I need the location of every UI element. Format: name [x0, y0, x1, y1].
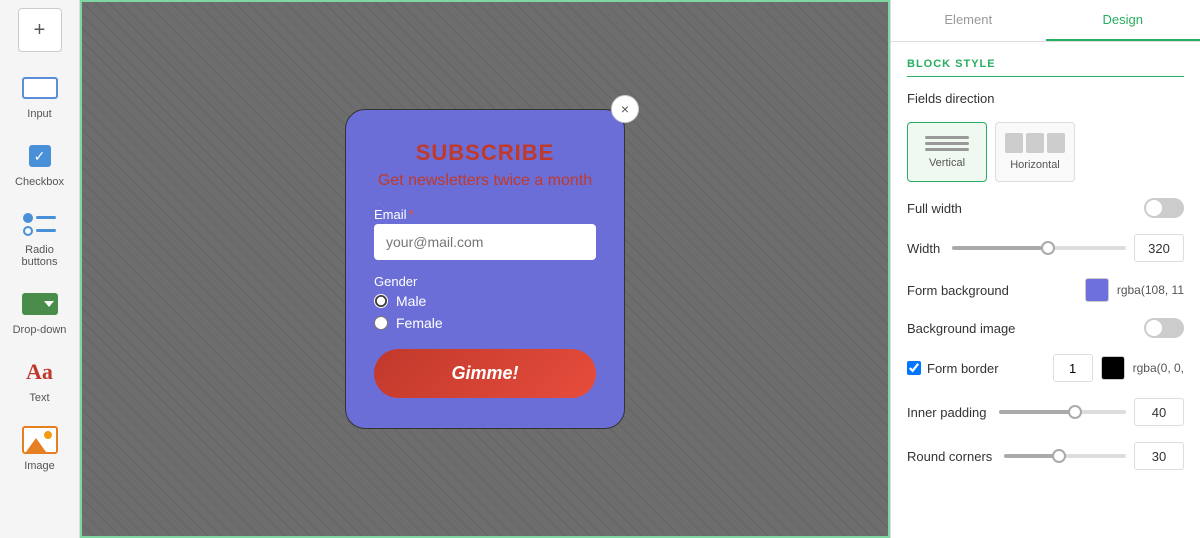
border-width-value: 1	[1053, 354, 1093, 382]
sidebar-item-image-label: Image	[24, 460, 55, 472]
radio-group: Male Female	[374, 293, 596, 331]
fields-direction-label: Fields direction	[907, 91, 994, 106]
input-icon	[20, 72, 60, 104]
form-card-wrapper: × SUBSCRIBE Get newsletters twice a mont…	[345, 109, 625, 428]
inner-padding-slider-row: 40	[999, 398, 1184, 426]
sidebar-item-checkbox[interactable]: ✓ Checkbox	[5, 132, 75, 196]
width-slider-thumb[interactable]	[1041, 241, 1055, 255]
radio-option-female[interactable]: Female	[374, 315, 596, 331]
horizontal-label: Horizontal	[1010, 159, 1060, 171]
image-icon	[20, 424, 60, 456]
sidebar-item-text[interactable]: Aa Text	[5, 348, 75, 412]
direction-horizontal[interactable]: Horizontal	[995, 122, 1075, 182]
sidebar-item-text-label: Text	[29, 392, 49, 404]
left-sidebar: + Input ✓ Checkbox Radio buttons Drop-do…	[0, 0, 80, 538]
inner-padding-label: Inner padding	[907, 405, 987, 420]
form-background-color-row: rgba(108, 11	[1085, 278, 1184, 302]
direction-vertical[interactable]: Vertical	[907, 122, 987, 182]
inner-padding-fill	[999, 410, 1075, 414]
form-background-label: Form background	[907, 283, 1009, 298]
sidebar-item-radio-buttons[interactable]: Radio buttons	[5, 200, 75, 276]
block-style-title: BLOCK STYLE	[907, 58, 1184, 77]
form-border-color-value: rgba(0, 0,	[1133, 361, 1184, 375]
inner-padding-thumb[interactable]	[1068, 405, 1082, 419]
add-button[interactable]: +	[18, 8, 62, 52]
width-slider-row: 320	[952, 234, 1184, 262]
sidebar-item-radio-label: Radio buttons	[9, 244, 71, 268]
vertical-lines-icon	[925, 136, 969, 151]
background-image-knob	[1146, 320, 1162, 336]
inner-padding-row: Inner padding 40	[907, 398, 1184, 426]
form-card: SUBSCRIBE Get newsletters twice a month …	[345, 109, 625, 428]
radio-female[interactable]	[374, 316, 388, 330]
form-border-label-row: Form border	[907, 361, 999, 376]
full-width-toggle[interactable]	[1144, 198, 1184, 218]
email-input[interactable]	[374, 224, 596, 260]
gender-label: Gender	[374, 274, 596, 289]
sidebar-item-image[interactable]: Image	[5, 416, 75, 480]
sidebar-item-dropdown-label: Drop-down	[13, 324, 67, 336]
panel-tabs: Element Design	[891, 0, 1200, 42]
full-width-row: Full width	[907, 198, 1184, 218]
round-corners-thumb[interactable]	[1052, 449, 1066, 463]
plus-icon: +	[34, 19, 46, 42]
toggle-knob	[1146, 200, 1162, 216]
width-slider-track[interactable]	[952, 246, 1126, 250]
vertical-label: Vertical	[929, 157, 965, 169]
radio-buttons-icon	[20, 208, 60, 240]
inner-padding-value: 40	[1134, 398, 1184, 426]
form-background-value: rgba(108, 11	[1117, 283, 1184, 297]
round-corners-label: Round corners	[907, 449, 992, 464]
close-button[interactable]: ×	[611, 95, 639, 123]
form-border-label: Form border	[927, 361, 999, 376]
radio-option-male[interactable]: Male	[374, 293, 596, 309]
round-corners-slider-row: 30	[1004, 442, 1184, 470]
sidebar-item-input[interactable]: Input	[5, 64, 75, 128]
sidebar-item-input-label: Input	[27, 108, 51, 120]
inner-padding-slider-track[interactable]	[999, 410, 1126, 414]
width-slider-fill	[952, 246, 1048, 250]
text-icon: Aa	[20, 356, 60, 388]
background-image-toggle[interactable]	[1144, 318, 1184, 338]
email-field-group: Email*	[374, 207, 596, 260]
sidebar-item-checkbox-label: Checkbox	[15, 176, 64, 188]
round-corners-row: Round corners 30	[907, 442, 1184, 470]
direction-options: Vertical Horizontal	[907, 122, 1184, 182]
fields-direction-row: Fields direction	[907, 91, 1184, 106]
form-background-swatch[interactable]	[1085, 278, 1109, 302]
required-star: *	[409, 207, 414, 222]
width-row: Width 320	[907, 234, 1184, 262]
sidebar-item-dropdown[interactable]: Drop-down	[5, 280, 75, 344]
gender-field-group: Gender Male Female	[374, 274, 596, 331]
submit-button[interactable]: Gimme!	[374, 349, 596, 398]
width-value: 320	[1134, 234, 1184, 262]
round-corners-fill	[1004, 454, 1059, 458]
form-border-swatch[interactable]	[1101, 356, 1125, 380]
tab-design[interactable]: Design	[1046, 0, 1200, 41]
email-label: Email*	[374, 207, 596, 222]
radio-male-label: Male	[396, 293, 426, 309]
full-width-label: Full width	[907, 201, 962, 216]
radio-male[interactable]	[374, 294, 388, 308]
form-subtitle: Get newsletters twice a month	[374, 170, 596, 192]
panel-content: BLOCK STYLE Fields direction Vertical	[891, 42, 1200, 538]
radio-female-label: Female	[396, 315, 443, 331]
form-title: SUBSCRIBE	[374, 140, 596, 166]
dropdown-icon	[20, 288, 60, 320]
form-background-row: Form background rgba(108, 11	[907, 278, 1184, 302]
tab-element[interactable]: Element	[891, 0, 1046, 41]
right-panel: Element Design BLOCK STYLE Fields direct…	[890, 0, 1200, 538]
checkbox-icon: ✓	[20, 140, 60, 172]
form-border-color-row: 1 rgba(0, 0,	[1053, 354, 1184, 382]
width-label: Width	[907, 241, 940, 256]
form-border-row: Form border 1 rgba(0, 0,	[907, 354, 1184, 382]
round-corners-slider-track[interactable]	[1004, 454, 1126, 458]
round-corners-value: 30	[1134, 442, 1184, 470]
horizontal-lines-icon	[1005, 133, 1065, 153]
background-image-label: Background image	[907, 321, 1015, 336]
background-image-row: Background image	[907, 318, 1184, 338]
main-canvas: × SUBSCRIBE Get newsletters twice a mont…	[80, 0, 890, 538]
form-border-checkbox[interactable]	[907, 361, 921, 375]
